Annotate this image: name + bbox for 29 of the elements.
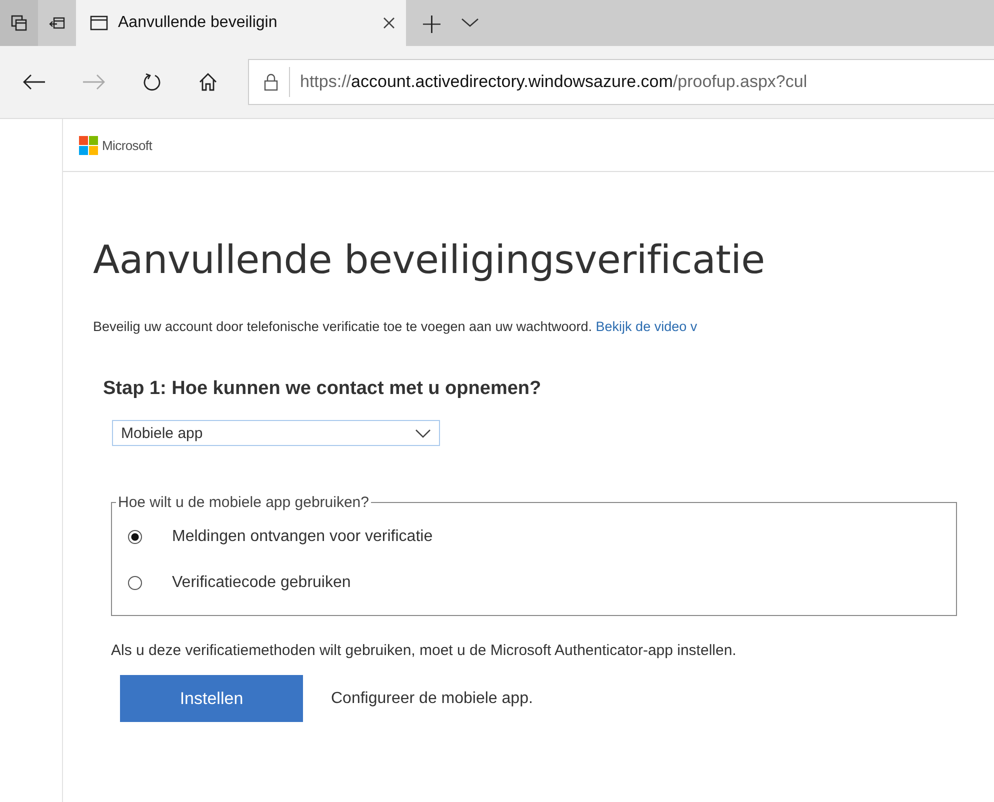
method-dropdown[interactable]: Mobiele app — [112, 420, 440, 446]
home-icon[interactable] — [198, 72, 218, 92]
tab-preview-icon[interactable] — [0, 0, 38, 46]
page-title: Aanvullende beveiligingsverificatie — [93, 238, 766, 283]
browser-tab[interactable]: Aanvullende beveiligin — [76, 0, 406, 46]
new-tab-button[interactable]: + — [406, 0, 458, 46]
tab-title: Aanvullende beveiligin — [118, 14, 278, 32]
option-label[interactable]: Meldingen ontvangen voor verificatie — [172, 528, 433, 546]
radio-button[interactable] — [128, 530, 142, 544]
group-legend: Hoe wilt u de mobiele app gebruiken? — [116, 494, 371, 511]
option-label[interactable]: Verificatiecode gebruiken — [172, 574, 351, 592]
button-hint: Configureer de mobiele app. — [331, 690, 533, 708]
video-link[interactable]: Bekijk de video v — [596, 319, 698, 334]
back-icon[interactable] — [22, 73, 46, 91]
note-text: Als u deze verificatiemethoden wilt gebruiken, moet u de Microsoft Authenticator-app instellen. — [111, 642, 738, 659]
radio-button[interactable] — [128, 576, 142, 590]
step-heading: Stap 1: Hoe kunnen we contact met u opnemen? — [103, 378, 542, 400]
setup-button[interactable]: Instellen — [120, 675, 303, 722]
intro-text: Beveilig uw account door telefonische verificatie toe te voegen aan uw wachtwoord. Bekijk de video v — [93, 319, 698, 334]
refresh-icon[interactable] — [142, 72, 162, 92]
url-text: https://account.activedirectory.windowsazure.com/proofup.aspx?cul — [300, 72, 808, 92]
chevron-down-icon — [415, 428, 431, 438]
lock-icon — [263, 73, 279, 91]
page-icon — [90, 15, 108, 31]
brand-name: Microsoft — [102, 138, 152, 152]
logo-icon — [79, 136, 98, 154]
close-icon[interactable] — [382, 16, 396, 30]
address-bar[interactable]: https://account.activedirectory.windowsazure.com/proofup.aspx?cul — [248, 59, 994, 105]
chevron-down-icon[interactable] — [461, 18, 480, 28]
